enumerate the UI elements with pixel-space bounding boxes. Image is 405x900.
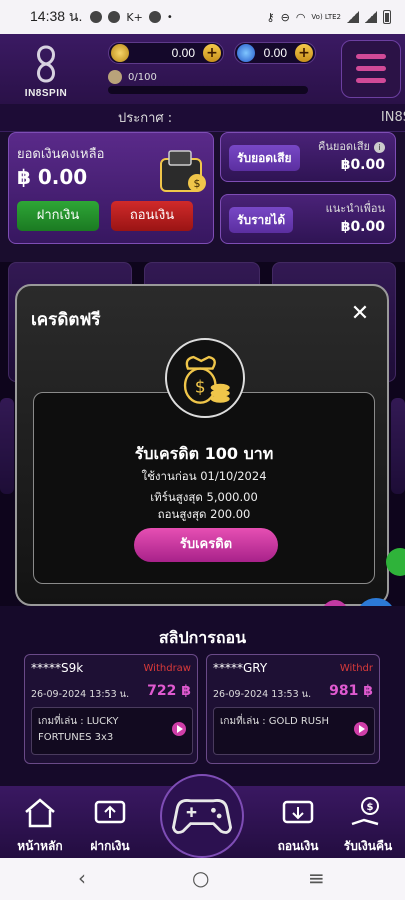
slip-game-text: เกมที่เล่น : GOLD RUSH <box>220 716 329 727</box>
xp-row: 0/100 <box>108 70 157 84</box>
cashback-card: รับยอดเสีย คืนยอดเสีย i ฿0.00 <box>220 132 396 182</box>
slip-date: 26-09-2024 13:53 น. <box>31 689 130 700</box>
announcement-label: ประกาศ : <box>118 111 173 126</box>
nav-deposit-label: ฝากเงิน <box>90 839 130 853</box>
use-before-text: ใช้งานก่อน 01/10/2024 <box>141 469 267 483</box>
chat-icon <box>90 11 103 23</box>
withdraw-button[interactable]: ถอนเงิน <box>111 201 193 231</box>
slip-amount: 722 ฿ <box>147 683 191 699</box>
signal-icon-2 <box>365 11 377 23</box>
slip-user: *****S9k <box>31 661 84 675</box>
app-icon <box>108 11 121 23</box>
logo-text: IN8SPIN <box>24 88 68 99</box>
home-circle-icon[interactable]: ○ <box>192 866 209 890</box>
message-icon <box>148 11 161 23</box>
nav-home-label: หน้าหลัก <box>17 839 63 853</box>
wallet-icon: $ <box>160 150 206 192</box>
balance-card: ยอดเงินคงเหลือ ฿ 0.00 $ ฝากเงิน ถอนเงิน <box>8 132 214 244</box>
slip-tag: Withdr <box>339 663 373 674</box>
referral-value: ฿0.00 <box>340 219 385 235</box>
bottom-nav: หน้าหลัก ฝากเงิน ถอนเงิน $ รับเงินคืน <box>0 774 405 858</box>
slip-user: *****GRY <box>213 661 268 675</box>
close-icon[interactable]: ✕ <box>349 303 371 326</box>
home-icon <box>25 798 55 828</box>
withdraw-slips-section: สลิปการถอน *****S9k Withdraw 26-09-2024 … <box>0 606 405 786</box>
modal-heading: รับเครดิต 100 บาท <box>134 444 274 463</box>
signal-icon <box>347 11 359 23</box>
cashback-icon: $ <box>351 797 379 826</box>
slip-game-text: เกมที่เล่น : LUCKY FORTUNES 3x3 <box>38 716 119 743</box>
dnd-icon: ⊖ <box>280 10 290 24</box>
free-credit-modal: เครดิตฟรี ✕ $ รับเครดิต 100 บาท ใช้งานก่… <box>15 284 389 606</box>
money-bag-icon: $ <box>165 338 245 418</box>
coin-balance-value: 0.00 <box>171 46 195 60</box>
gem-icon <box>237 44 255 62</box>
xp-text: 0/100 <box>128 71 157 83</box>
info-icon[interactable]: i <box>374 142 385 153</box>
modal-title: เครดิตฟรี <box>31 310 101 330</box>
claim-credit-button[interactable]: รับเครดิต <box>134 528 278 562</box>
slip-tag: Withdraw <box>143 663 191 674</box>
max-withdraw-text: ถอนสูงสุด 200.00 <box>157 507 251 521</box>
slips-title: สลิปการถอน <box>158 628 247 647</box>
announcement-text: IN8S <box>380 110 405 125</box>
nav-cashback-label: รับเงินคืน <box>343 839 393 853</box>
announcement-bar: ประกาศ : IN8S <box>0 104 405 132</box>
status-net: Vo) LTE2 <box>311 13 341 21</box>
gem-balance: 0.00 + <box>234 42 316 64</box>
gem-add-button[interactable]: + <box>295 44 313 62</box>
slip-game[interactable]: เกมที่เล่น : GOLD RUSH <box>213 707 375 755</box>
app-header: IN8SPIN 0.00 + 0.00 + 0/100 <box>0 34 405 104</box>
dot-icon: • <box>166 11 173 23</box>
xp-progress-bar <box>108 86 308 94</box>
status-bar: 14:38 น. K+ • ⚷ ⊖ ◠ Vo) LTE2 <box>0 0 405 34</box>
slip-game[interactable]: เกมที่เล่น : LUCKY FORTUNES 3x3 <box>31 707 193 755</box>
logo[interactable]: IN8SPIN <box>14 44 78 99</box>
nav-withdraw[interactable]: ถอนเงิน <box>262 794 334 856</box>
key-icon: ⚷ <box>266 10 275 24</box>
max-turnover-text: เทิร์นสูงสุด 5,000.00 <box>150 490 258 504</box>
nav-cashback[interactable]: $ รับเงินคืน <box>332 794 404 856</box>
cashback-value: ฿0.00 <box>340 157 385 173</box>
nav-withdraw-label: ถอนเงิน <box>277 839 319 853</box>
balance-title: ยอดเงินคงเหลือ <box>17 147 105 162</box>
menu-button[interactable] <box>341 40 401 98</box>
referral-label: แนะนำเพื่อน <box>325 202 385 215</box>
recents-icon[interactable]: ≡ <box>308 866 325 890</box>
status-time: 14:38 น. <box>30 8 83 24</box>
cashback-label-text: คืนยอดเสีย <box>318 140 370 153</box>
slip-amount: 981 ฿ <box>329 683 373 699</box>
system-nav-bar: ‹ ○ ≡ <box>0 858 405 900</box>
deposit-button[interactable]: ฝากเงิน <box>17 201 99 231</box>
nav-deposit[interactable]: ฝากเงิน <box>74 794 146 856</box>
deposit-icon <box>94 800 126 824</box>
balance-amount: ฿ 0.00 <box>17 165 88 189</box>
slip-card: *****S9k Withdraw 26-09-2024 13:53 น. 72… <box>24 654 198 764</box>
nav-home[interactable]: หน้าหลัก <box>4 794 76 856</box>
withdraw-icon <box>282 800 314 824</box>
status-notif: K+ <box>126 10 143 24</box>
slip-date: 26-09-2024 13:53 น. <box>213 689 312 700</box>
wifi-icon: ◠ <box>295 10 306 24</box>
play-icon[interactable] <box>354 722 368 736</box>
game-center-button[interactable] <box>160 774 244 858</box>
coin-add-button[interactable]: + <box>203 44 221 62</box>
cashback-label: คืนยอดเสีย i <box>318 137 385 155</box>
play-icon[interactable] <box>172 722 186 736</box>
back-icon[interactable]: ‹ <box>78 866 86 890</box>
referral-button[interactable]: รับรายได้ <box>229 207 294 233</box>
svg-text:$: $ <box>195 377 206 397</box>
svg-text:$: $ <box>194 177 201 190</box>
cashback-button[interactable]: รับยอดเสีย <box>229 145 300 171</box>
gamepad-icon <box>171 799 233 834</box>
slip-card: *****GRY Withdr 26-09-2024 13:53 น. 981 … <box>206 654 380 764</box>
coin-balance: 0.00 + <box>108 42 224 64</box>
svg-text:$: $ <box>367 802 374 813</box>
gem-balance-value: 0.00 <box>263 46 287 60</box>
referral-card: รับรายได้ แนะนำเพื่อน ฿0.00 <box>220 194 396 244</box>
coin-icon <box>111 44 129 62</box>
battery-icon <box>383 10 391 24</box>
logo-icon <box>37 45 55 83</box>
medal-icon <box>108 70 122 84</box>
